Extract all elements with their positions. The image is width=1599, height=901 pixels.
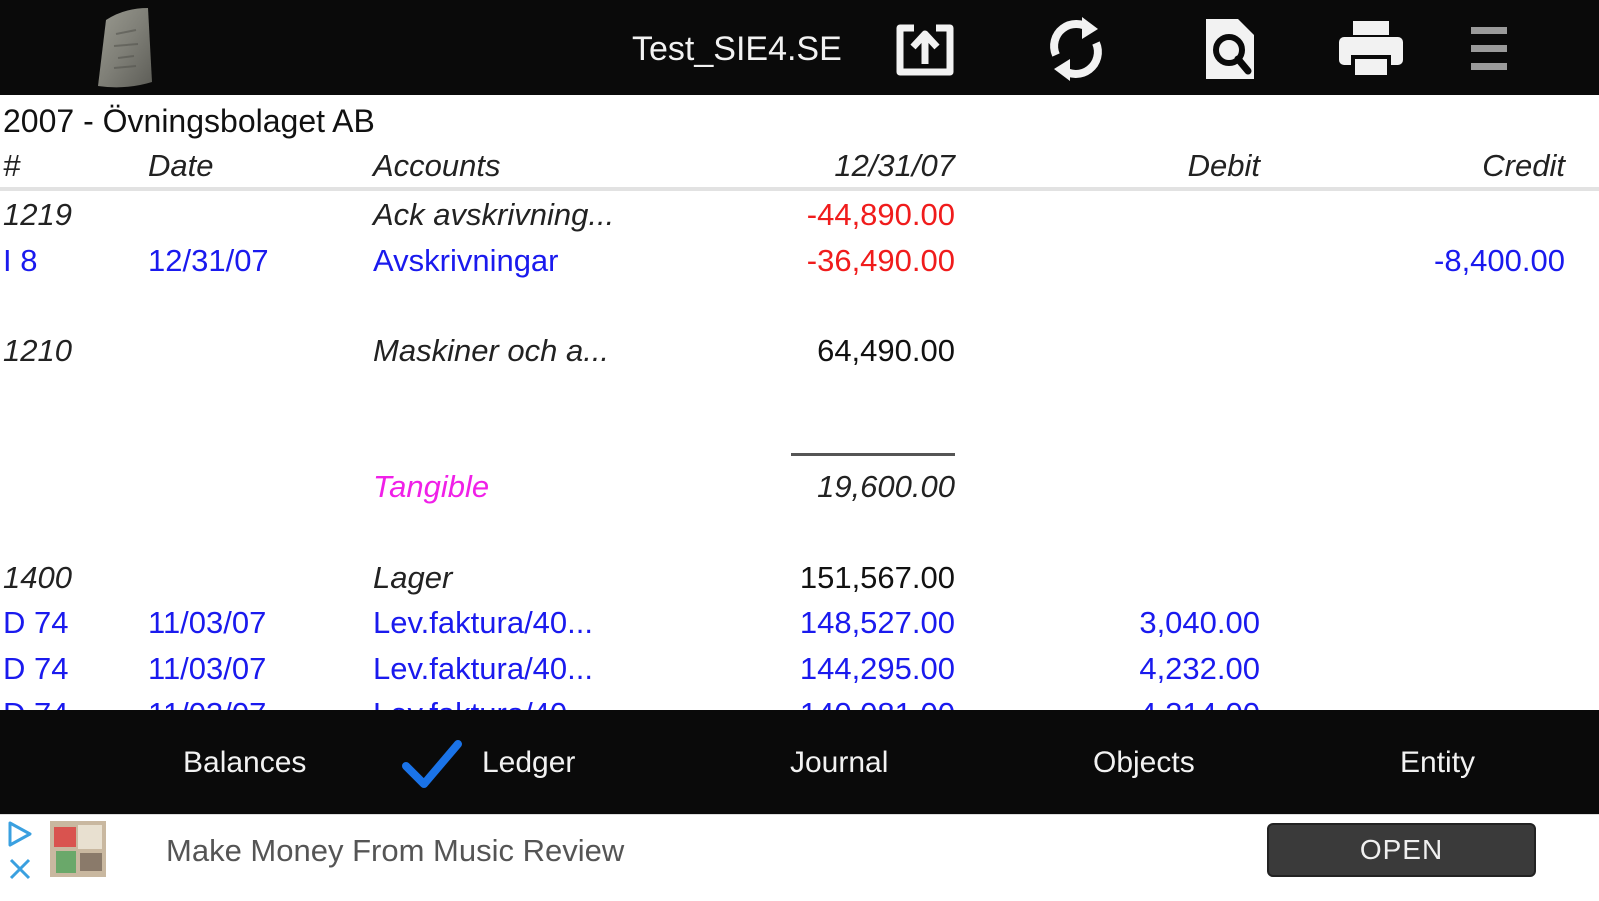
running-balance: 148,527.00	[799, 605, 955, 640]
transaction-text: Lev.faktura/40...	[373, 651, 593, 686]
transaction-date: 12/31/07	[148, 243, 269, 278]
menu-button[interactable]	[1466, 14, 1512, 84]
tab-entity[interactable]: Entity	[1400, 746, 1475, 780]
account-balance: 64,490.00	[817, 333, 955, 368]
voucher-number: D 74	[3, 605, 69, 640]
print-button[interactable]	[1336, 14, 1406, 84]
transaction-date: 11/03/07	[148, 605, 267, 640]
debit-amount: 4,214.00	[1139, 696, 1260, 710]
running-balance: 140,081.00	[800, 696, 955, 710]
account-number: 1219	[3, 197, 72, 232]
column-header-date: Date	[148, 148, 214, 183]
column-header-number: #	[3, 148, 21, 183]
close-icon[interactable]	[6, 855, 34, 883]
account-balance: -44,890.00	[806, 197, 955, 232]
transaction-text: Lev.faktura/40...	[373, 696, 593, 710]
account-name: Ack avskrivning...	[373, 197, 615, 232]
account-name: Lager	[373, 560, 453, 595]
voucher-number: D 74	[3, 696, 68, 710]
voucher-number: I 8	[3, 243, 38, 278]
account-number: 1210	[3, 333, 72, 368]
credit-amount: -8,400.00	[1434, 243, 1565, 278]
subtotal-label: Tangible	[373, 469, 490, 504]
account-number: 1400	[3, 560, 72, 595]
export-icon	[896, 24, 954, 76]
running-balance: -36,490.00	[806, 243, 955, 278]
preview-icon	[1206, 19, 1254, 79]
ad-banner[interactable]: Make Money From Music Review OPEN	[0, 814, 1599, 901]
account-name: Maskiner och a...	[373, 333, 610, 368]
company-title: 2007 - Övningsbolaget AB	[3, 103, 375, 139]
checkmark-icon	[402, 740, 462, 788]
tab-ledger[interactable]: Ledger	[482, 746, 575, 780]
column-header-balance: 12/31/07	[834, 148, 955, 183]
voucher-number: D 74	[3, 651, 69, 686]
ledger-view[interactable]: 2007 - Övningsbolaget AB # Date Accounts…	[0, 95, 1599, 710]
account-balance: 151,567.00	[799, 560, 955, 595]
transaction-text: Avskrivningar	[373, 243, 559, 278]
tab-balances[interactable]: Balances	[183, 746, 306, 780]
ad-text: Make Money From Music Review	[166, 833, 625, 868]
subtotal-line	[791, 453, 955, 456]
top-toolbar: Test_SIE4.SE	[0, 0, 1599, 95]
transaction-date: 11/03/07	[148, 651, 267, 686]
print-icon	[1339, 21, 1403, 79]
running-balance: 144,295.00	[799, 651, 955, 686]
debit-amount: 3,040.00	[1139, 605, 1260, 640]
header-divider	[0, 187, 1599, 191]
export-button[interactable]	[892, 14, 958, 84]
menu-icon	[1471, 27, 1507, 70]
debit-amount: 4,232.00	[1139, 651, 1260, 686]
preview-button[interactable]	[1200, 14, 1262, 84]
sync-button[interactable]	[1040, 14, 1112, 84]
rune-stone-icon[interactable]	[96, 6, 154, 90]
subtotal-value: 19,600.00	[817, 469, 955, 504]
tab-journal[interactable]: Journal	[790, 746, 888, 780]
column-header-debit: Debit	[1187, 148, 1260, 183]
transaction-text: Lev.faktura/40...	[373, 605, 593, 640]
document-title: Test_SIE4.SE	[632, 30, 842, 68]
column-header-accounts: Accounts	[373, 148, 501, 183]
sync-icon	[1050, 17, 1102, 81]
transaction-date: 11/03/07	[148, 696, 266, 710]
ad-thumbnail-icon	[50, 821, 106, 877]
column-header-credit: Credit	[1482, 148, 1565, 183]
adchoices-icon[interactable]	[6, 819, 34, 849]
tab-objects[interactable]: Objects	[1093, 746, 1195, 780]
ad-open-button[interactable]: OPEN	[1267, 823, 1536, 877]
bottom-tab-bar: Balances Ledger Journal Objects Entity	[0, 710, 1599, 814]
